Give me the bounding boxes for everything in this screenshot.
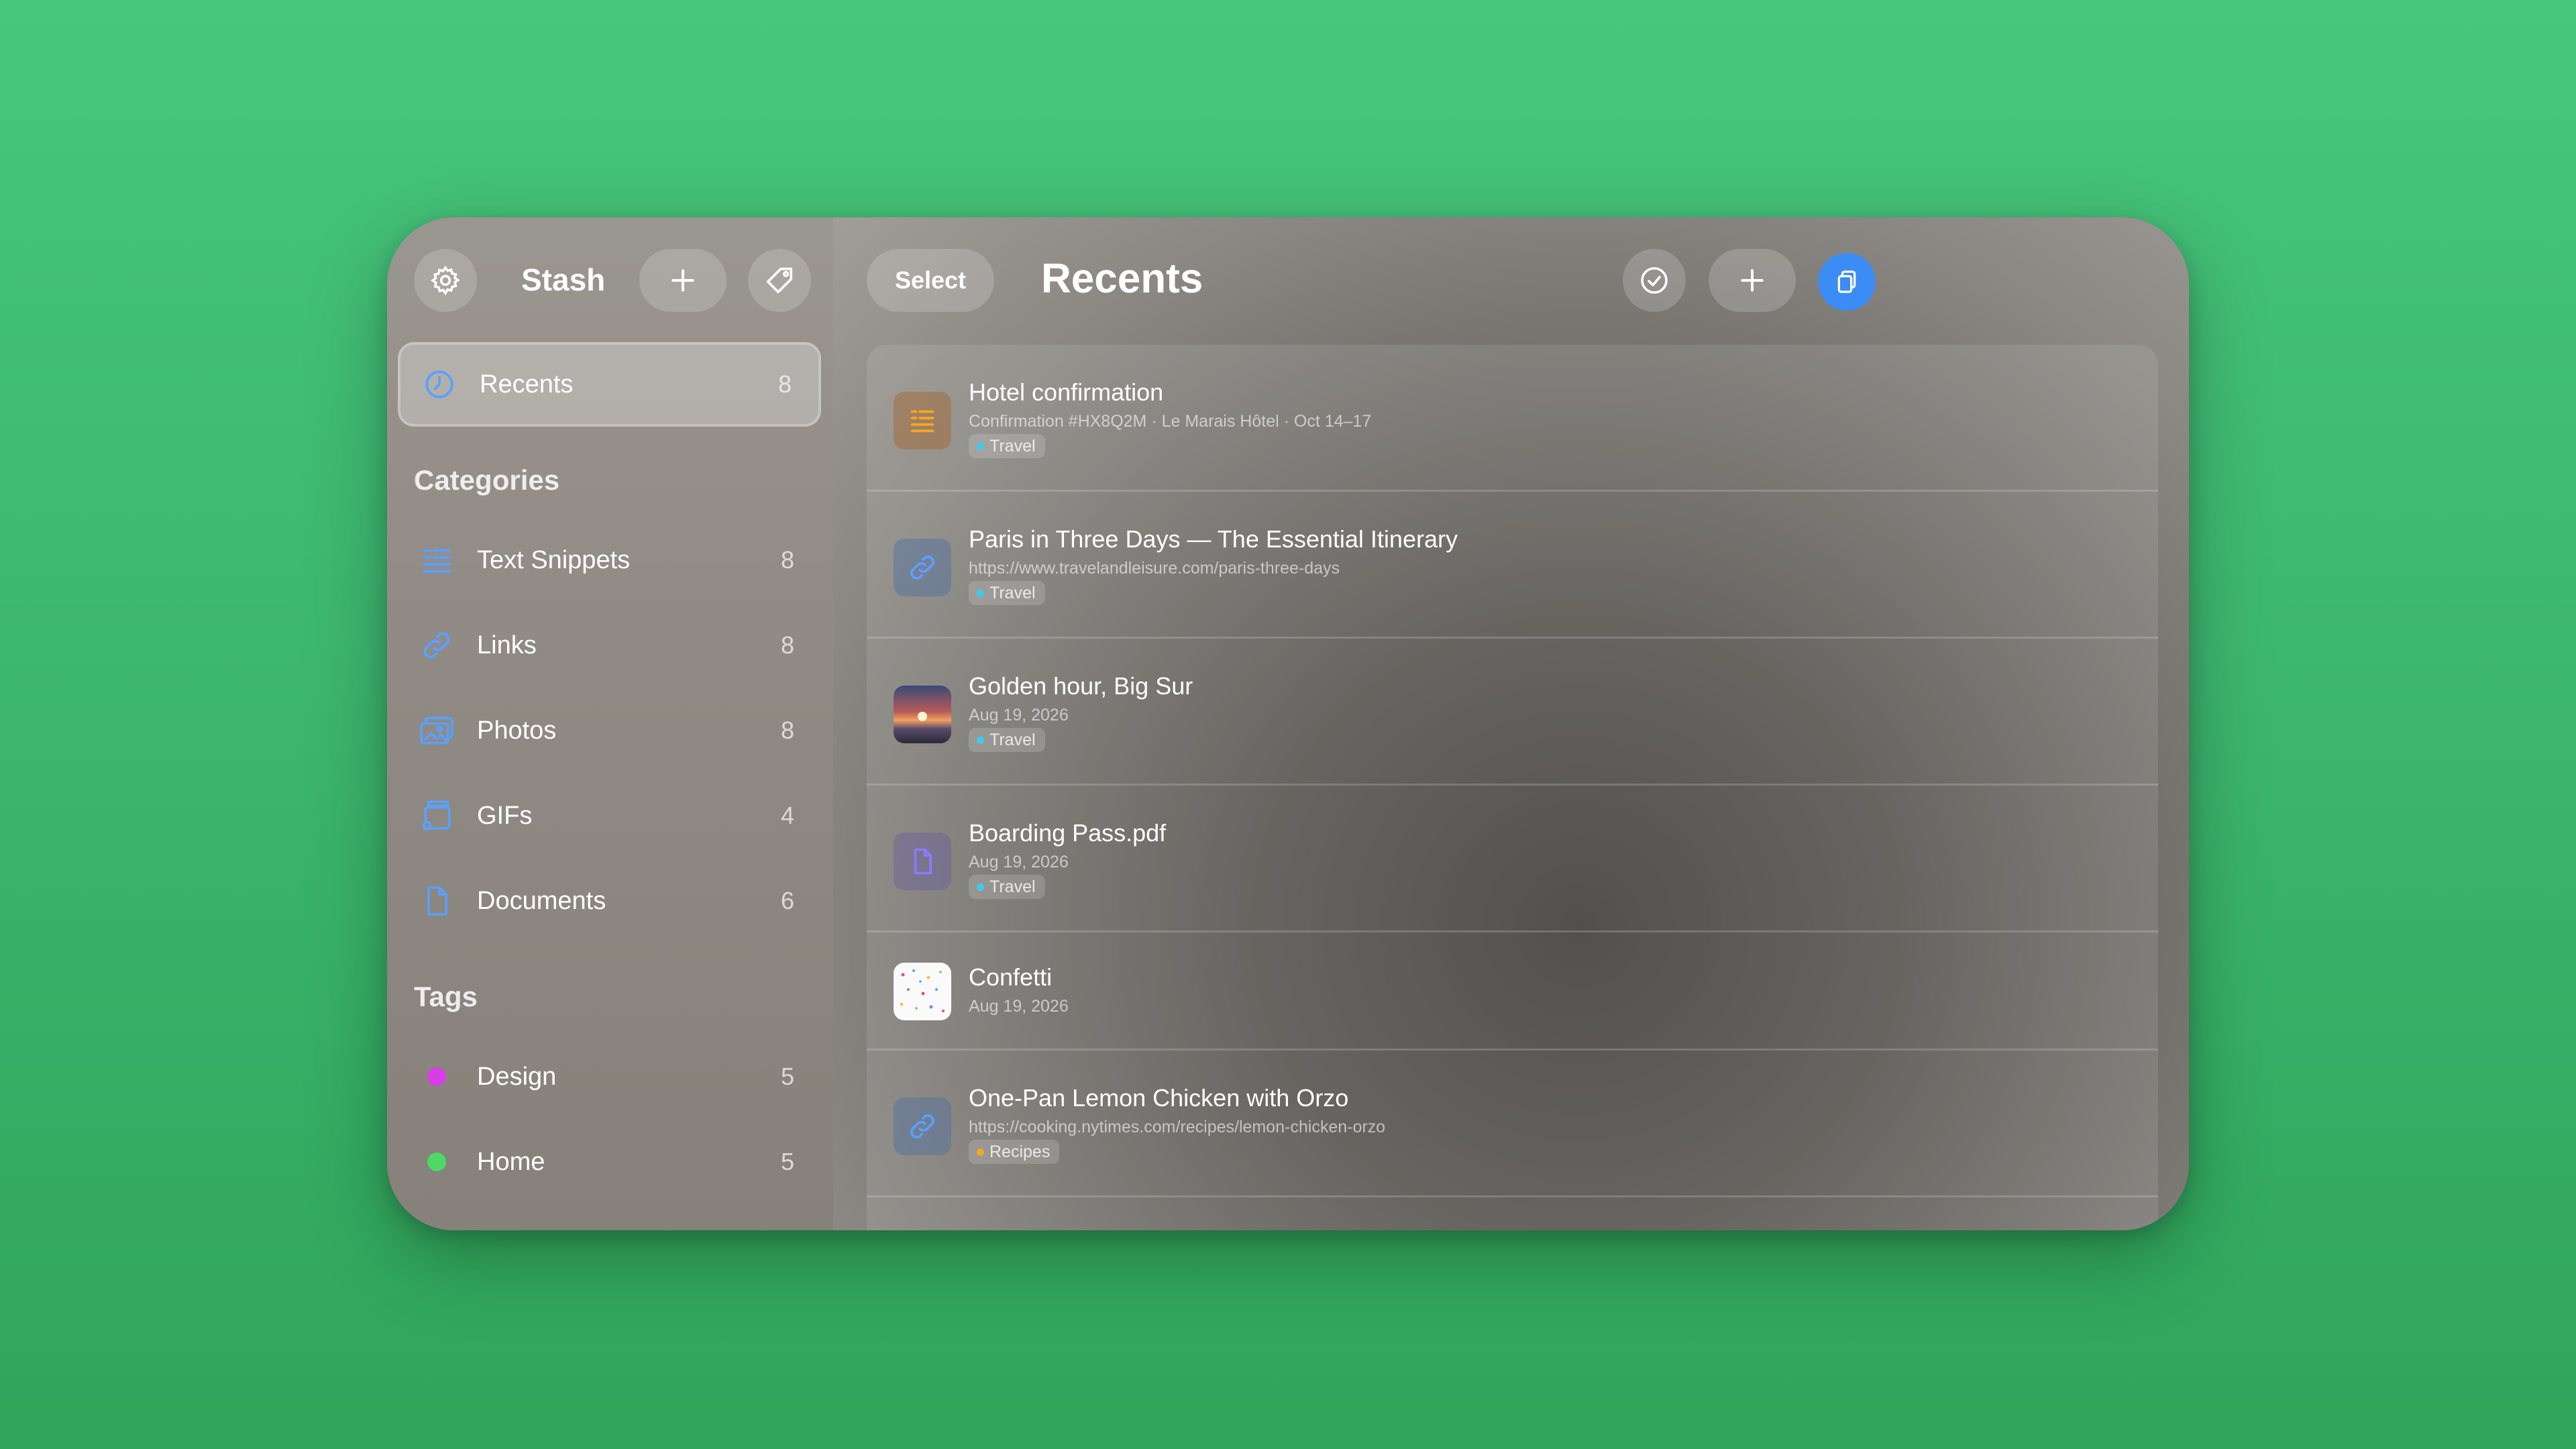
list-item[interactable]: One-Pan Lemon Chicken with Orzo https://…: [867, 1051, 2158, 1197]
sidebar-item-label: Links: [477, 631, 537, 659]
sidebar-item-label: Photos: [477, 716, 557, 745]
sidebar-item-label: Home: [477, 1147, 545, 1176]
paste-button[interactable]: [1818, 253, 1876, 311]
item-subtitle: Aug 19, 2026: [969, 853, 1069, 871]
gear-icon: [430, 265, 460, 296]
item-title: Paris in Three Days — The Essential Itin…: [969, 525, 1458, 553]
page-title: Recents: [1041, 256, 1203, 302]
gif-thumbnail: [894, 963, 951, 1020]
tag-color-dot: [418, 1058, 455, 1095]
list-item[interactable]: Confetti Aug 19, 2026: [867, 932, 2158, 1051]
app-window: Stash Recents 8 Categories Text Snippets…: [387, 217, 2189, 1230]
sidebar-item-photos[interactable]: Photos 8: [398, 691, 821, 770]
tag-color-dot: [418, 1143, 455, 1181]
settings-button[interactable]: [414, 249, 477, 312]
sidebar-item-count: 4: [780, 802, 794, 829]
plus-icon: [672, 269, 694, 292]
sidebar-item-links[interactable]: Links 8: [398, 606, 821, 685]
sidebar-item-count: 8: [780, 716, 794, 744]
sidebar-item-count: 5: [780, 1148, 794, 1175]
sidebar-item-documents[interactable]: Documents 6: [398, 861, 821, 941]
item-title: Golden hour, Big Sur: [969, 672, 1193, 700]
sidebar-item-label: GIFs: [477, 801, 533, 830]
sidebar-tag-home[interactable]: Home 5: [398, 1122, 821, 1201]
item-subtitle: Aug 19, 2026: [969, 706, 1069, 724]
list-item[interactable]: Paris in Three Days — The Essential Itin…: [867, 492, 2158, 639]
item-title: Boarding Pass.pdf: [969, 819, 1167, 847]
recents-list: Hotel confirmation Confirmation #HX8Q2M …: [867, 345, 2158, 1230]
tags-button[interactable]: [748, 249, 811, 312]
document-icon: [894, 833, 951, 890]
sidebar-item-gifs[interactable]: GIFs 4: [398, 776, 821, 855]
tag-label: Travel: [989, 583, 1036, 602]
list-item[interactable]: Boarding Pass.pdf Aug 19, 2026 Travel: [867, 786, 2158, 932]
sidebar-item-count: 8: [780, 546, 794, 574]
tags-heading: Tags: [414, 981, 478, 1012]
sidebar-item-label: Recents: [480, 370, 574, 398]
add-item-button[interactable]: [639, 249, 727, 312]
sidebar-tag-design[interactable]: Design 5: [398, 1037, 821, 1116]
new-item-button[interactable]: [1709, 249, 1796, 312]
item-title: One-Pan Lemon Chicken with Orzo: [969, 1084, 1349, 1112]
list-item[interactable]: Golden hour, Big Sur Aug 19, 2026 Travel: [867, 639, 2158, 786]
tag-label: Recipes: [989, 1142, 1051, 1161]
sidebar-item-count: 8: [780, 631, 794, 659]
item-subtitle: Aug 19, 2026: [969, 997, 1069, 1016]
checkmark-circle-icon: [1641, 267, 1668, 294]
link-icon: [418, 627, 455, 664]
categories-heading: Categories: [414, 464, 560, 496]
photo-thumbnail: [894, 686, 951, 743]
text-snippet-icon: [894, 392, 951, 449]
sidebar-item-text-snippets[interactable]: Text Snippets 8: [398, 521, 821, 600]
document-icon: [418, 882, 455, 920]
plus-icon: [1741, 269, 1764, 292]
list-item[interactable]: Hotel confirmation Confirmation #HX8Q2M …: [867, 345, 2158, 492]
app-title: Stash: [521, 262, 606, 297]
clock-icon: [421, 366, 458, 403]
tag-label: Travel: [989, 877, 1036, 896]
photos-icon: [418, 712, 455, 749]
link-icon: [894, 539, 951, 596]
item-subtitle: https://www.travelandleisure.com/paris-t…: [969, 559, 1340, 578]
sidebar-item-count: 5: [780, 1063, 794, 1090]
sidebar-item-label: Documents: [477, 886, 606, 915]
tag-icon: [766, 267, 793, 294]
item-subtitle: https://cooking.nytimes.com/recipes/lemo…: [969, 1118, 1386, 1136]
item-title: Confetti: [969, 963, 1053, 991]
tag-badge: Travel: [969, 581, 1045, 605]
tag-label: Travel: [989, 730, 1036, 749]
main-panel: Select Recents Hotel confirmation Confir…: [833, 217, 2189, 1230]
tag-badge: Recipes: [969, 1140, 1060, 1164]
link-icon: [894, 1097, 951, 1155]
sidebar-item-label: Design: [477, 1062, 557, 1091]
sidebar-item-count: 8: [777, 370, 792, 398]
sidebar-item-count: 6: [780, 887, 794, 914]
gif-icon: [418, 797, 455, 835]
tag-badge: Travel: [969, 875, 1045, 899]
sidebar-item-recents[interactable]: Recents 8: [398, 342, 821, 427]
clipboard-icon: [1837, 270, 1856, 293]
done-button[interactable]: [1623, 249, 1686, 312]
tag-badge: Travel: [969, 434, 1045, 458]
item-subtitle: Confirmation #HX8Q2M · Le Marais Hôtel ·…: [969, 412, 1372, 431]
sidebar: Stash Recents 8 Categories Text Snippets…: [387, 217, 833, 1230]
item-title: Hotel confirmation: [969, 378, 1164, 406]
sidebar-item-label: Text Snippets: [477, 545, 631, 574]
select-button[interactable]: Select: [867, 249, 994, 312]
tag-badge: Travel: [969, 728, 1045, 752]
text-snippet-icon: [418, 541, 455, 579]
tag-label: Travel: [989, 436, 1036, 455]
